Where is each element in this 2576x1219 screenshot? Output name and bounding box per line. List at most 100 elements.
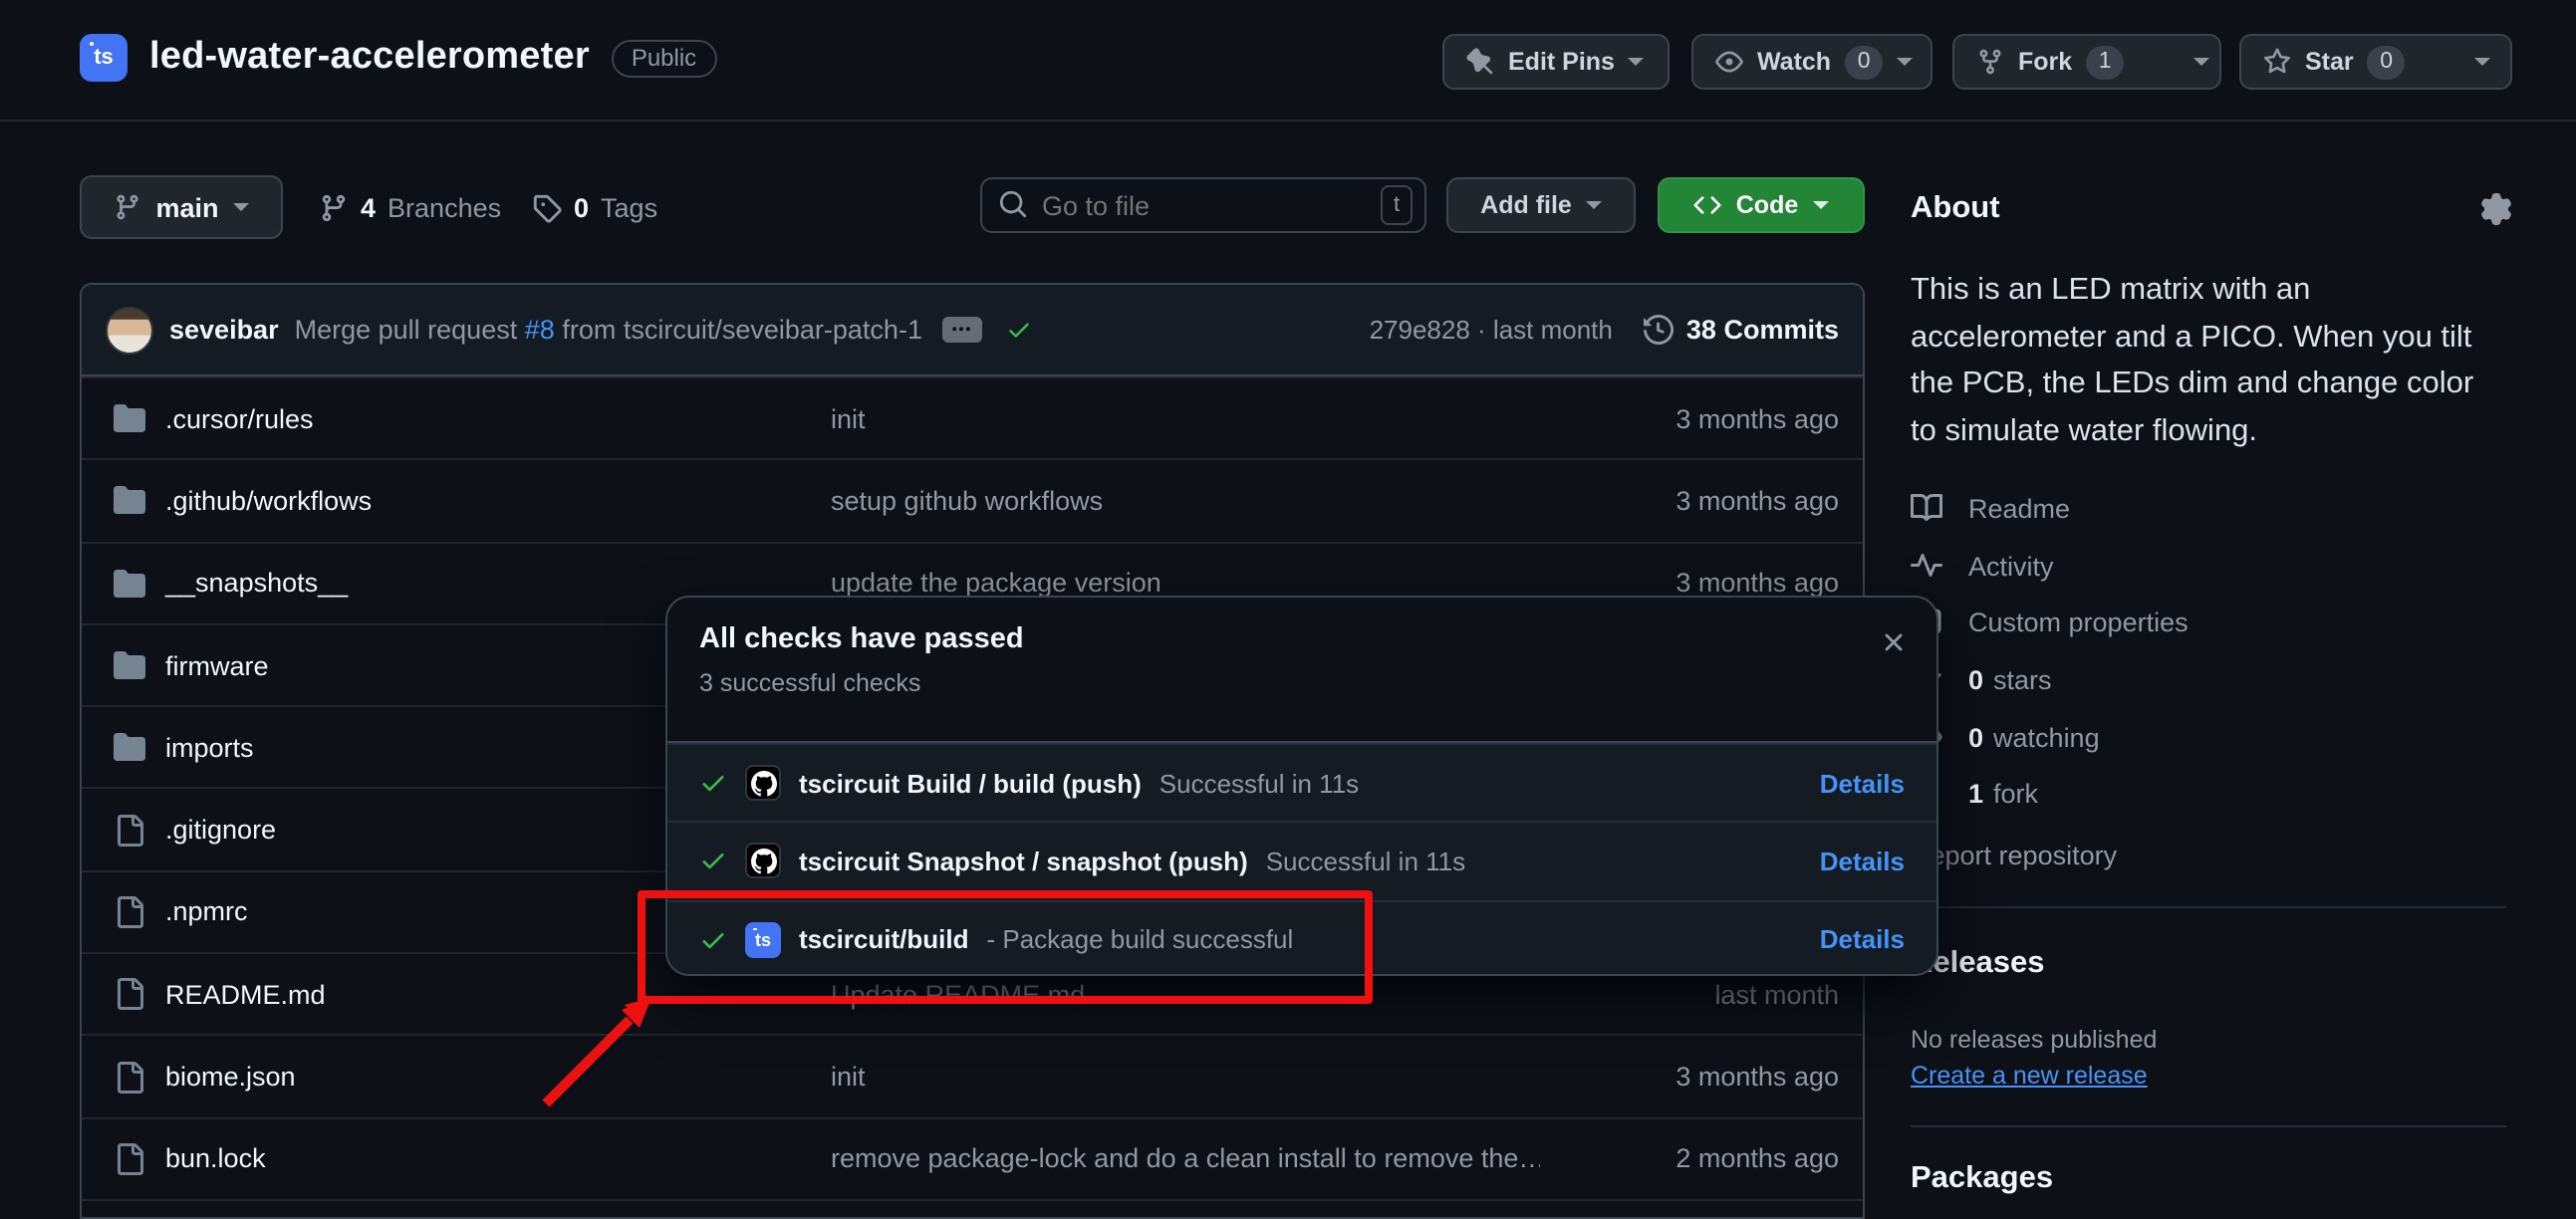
keyboard-shortcut-hint: t xyxy=(1381,185,1413,225)
table-row[interactable]: .github/workflows setup github workflows… xyxy=(82,459,1863,542)
file-name[interactable]: bun.lock xyxy=(165,1144,266,1174)
sidebar: About This is an LED matrix with an acce… xyxy=(1911,0,2536,1219)
go-to-file-search: t xyxy=(980,177,1426,233)
folder-icon xyxy=(114,567,145,599)
github-logo-icon xyxy=(745,765,781,801)
file-name[interactable]: .npmrc xyxy=(165,897,248,927)
create-release-link[interactable]: Create a new release xyxy=(1911,1062,2148,1090)
about-title: About xyxy=(1911,191,2000,227)
commit-message-cell[interactable]: update the package version xyxy=(831,568,1540,598)
folder-icon xyxy=(114,485,145,517)
commit-date-cell: 3 months ago xyxy=(1540,403,1839,433)
pulse-icon xyxy=(1911,550,1942,582)
commit-message-cell[interactable]: init xyxy=(831,403,1540,433)
check-icon xyxy=(699,848,727,875)
table-row[interactable]: .cursor/rules init 3 months ago xyxy=(82,376,1863,459)
file-name[interactable]: .cursor/rules xyxy=(165,403,314,433)
watching-count: 0 xyxy=(1968,722,1983,752)
sidebar-divider xyxy=(1911,906,2506,908)
commit-date-cell: 3 months ago xyxy=(1540,568,1839,598)
checks-modal-subtitle: 3 successful checks xyxy=(699,669,1905,697)
add-file-button[interactable]: Add file xyxy=(1446,177,1636,233)
branches-count: 4 xyxy=(361,192,376,222)
commit-message-cell[interactable]: remove package-lock and do a clean insta… xyxy=(831,1144,1540,1174)
sidebar-item-custom-properties[interactable]: Custom properties xyxy=(1911,604,2189,639)
history-icon xyxy=(1645,315,1674,345)
table-row[interactable]: bun.lock remove package-lock and do a cl… xyxy=(82,1116,1863,1199)
code-button[interactable]: Code xyxy=(1658,177,1865,233)
pin-icon xyxy=(1466,48,1494,76)
details-link[interactable]: Details xyxy=(1820,847,1905,876)
details-link[interactable]: Details xyxy=(1820,924,1905,954)
checks-modal-title: All checks have passed xyxy=(699,623,1905,655)
commit-date-cell: last month xyxy=(1540,979,1839,1009)
gear-icon[interactable] xyxy=(2480,193,2512,225)
folder-icon xyxy=(114,649,145,681)
file-name[interactable]: firmware xyxy=(165,650,269,680)
tags-label: Tags xyxy=(601,192,657,222)
table-row[interactable]: biome.json init 3 months ago xyxy=(82,1035,1863,1117)
branch-selector[interactable]: main xyxy=(80,175,283,239)
pr-link[interactable]: #8 xyxy=(525,315,555,345)
check-status: Successful in 11s xyxy=(1266,847,1465,876)
sidebar-item-label: stars xyxy=(1993,664,2052,694)
git-branch-icon xyxy=(114,193,141,221)
sidebar-item-watching[interactable]: 0 watching xyxy=(1911,719,2100,755)
code-icon xyxy=(1694,191,1722,219)
sidebar-item-readme[interactable]: Readme xyxy=(1911,490,2070,526)
sidebar-item-activity[interactable]: Activity xyxy=(1911,548,2054,584)
branches-label: Branches xyxy=(387,192,501,222)
sidebar-item-report-repository[interactable]: Report repository xyxy=(1911,837,2117,872)
check-icon xyxy=(699,769,727,797)
file-icon xyxy=(114,978,145,1010)
close-icon[interactable] xyxy=(1879,627,1909,657)
file-name[interactable]: .gitignore xyxy=(165,815,276,845)
kebab-horizontal-icon xyxy=(951,319,973,341)
commit-author[interactable]: seveibar xyxy=(169,315,279,345)
eye-icon xyxy=(1715,48,1743,76)
commit-date-cell: 2 months ago xyxy=(1540,1144,1839,1174)
check-row: tscircuit Build / build (push) Successfu… xyxy=(667,743,1936,822)
check-status: Successful in 11s xyxy=(1159,768,1359,798)
chevron-down-icon xyxy=(233,203,249,211)
watch-label: Watch xyxy=(1757,48,1831,76)
branches-link[interactable]: 4 Branches xyxy=(319,175,501,239)
commit-message-cell[interactable]: init xyxy=(831,1062,1540,1092)
chevron-down-icon xyxy=(1812,201,1828,209)
folder-icon xyxy=(114,732,145,764)
forks-count: 1 xyxy=(1968,778,1983,808)
commits-count-link[interactable]: 38 Commits xyxy=(1686,315,1839,345)
search-icon xyxy=(998,189,1028,219)
git-branch-icon xyxy=(319,192,349,222)
commit-ellipsis-button[interactable] xyxy=(942,317,982,343)
file-icon xyxy=(114,1143,145,1175)
sidebar-item-label: watching xyxy=(1993,722,2100,752)
details-link[interactable]: Details xyxy=(1820,768,1905,798)
sidebar-divider xyxy=(1911,1125,2506,1127)
commit-meta: 279e828 · last month 38 Commits xyxy=(1370,315,1839,345)
file-name[interactable]: __snapshots__ xyxy=(165,568,348,598)
commit-message-cell[interactable]: setup github workflows xyxy=(831,486,1540,516)
check-name: tscircuit Build / build (push) xyxy=(799,768,1142,798)
sidebar-item-label: Custom properties xyxy=(1968,607,2189,636)
commit-date-cell: 3 months ago xyxy=(1540,486,1839,516)
watch-button[interactable]: Watch 0 xyxy=(1691,34,1932,90)
file-name[interactable]: .github/workflows xyxy=(165,486,372,516)
commit-message[interactable]: Merge pull request #8 from tscircuit/sev… xyxy=(295,315,922,345)
search-input[interactable] xyxy=(980,177,1426,233)
file-icon xyxy=(114,896,145,928)
check-row: tscircuit Snapshot / snapshot (push) Suc… xyxy=(667,822,1936,900)
stars-count: 0 xyxy=(1968,664,1983,694)
tags-link[interactable]: 0 Tags xyxy=(532,175,657,239)
checks-modal-header: All checks have passed 3 successful chec… xyxy=(667,598,1936,743)
code-label: Code xyxy=(1736,191,1799,219)
file-name[interactable]: README.md xyxy=(165,979,326,1009)
file-name[interactable]: biome.json xyxy=(165,1062,296,1092)
avatar[interactable] xyxy=(106,306,153,354)
add-file-label: Add file xyxy=(1480,191,1572,219)
commit-sha[interactable]: 279e828 · last month xyxy=(1370,315,1613,345)
github-repo-page: ts led-water-accelerometer Public Edit P… xyxy=(0,0,2576,1219)
check-icon[interactable] xyxy=(1006,317,1032,343)
file-name[interactable]: imports xyxy=(165,733,254,763)
edit-pins-button[interactable]: Edit Pins xyxy=(1442,34,1670,90)
